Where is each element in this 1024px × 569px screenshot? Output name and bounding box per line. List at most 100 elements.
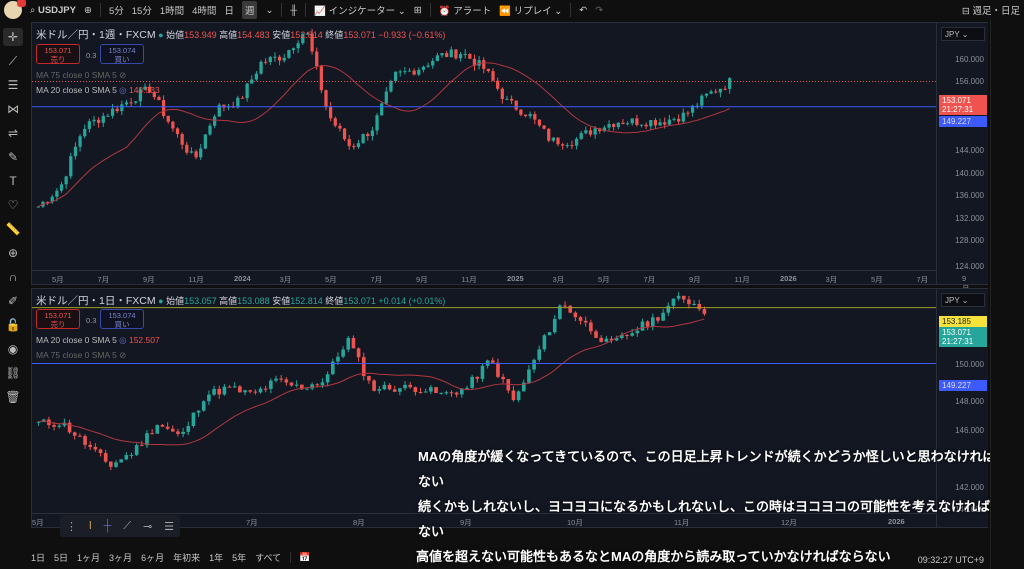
candle-body: [579, 133, 583, 139]
candle-body: [686, 112, 690, 114]
undo-icon[interactable]: ↶: [579, 5, 587, 16]
layouts-icon[interactable]: ⊞: [414, 5, 422, 16]
candle-body: [533, 114, 537, 120]
ma20-legend[interactable]: MA 20 close 0 SMA 5 ◎ 148.533: [36, 85, 160, 96]
candle-body: [439, 392, 443, 394]
magnet-icon[interactable]: ∩: [3, 268, 23, 286]
goto-date-icon[interactable]: 📅: [290, 552, 310, 563]
time-tick: 5月: [871, 275, 883, 284]
range-1m[interactable]: 1ヶ月: [77, 551, 100, 564]
candle-body: [366, 133, 370, 136]
indicators-button[interactable]: 📈 インジケーター ⌄: [314, 3, 406, 17]
pane1-price-axis[interactable]: JPY ⌄ 160.000 156.000 144.000 140.000 13…: [936, 23, 988, 284]
ma75-legend[interactable]: MA 75 close 0 SMA 5 ⊘: [36, 70, 126, 81]
interval-1h[interactable]: 1時間: [160, 3, 184, 17]
alert-button[interactable]: ⏰ アラート: [439, 3, 491, 17]
drag-handle-icon[interactable]: ⋮: [66, 520, 77, 533]
layout-select[interactable]: ⊟ 週足・日足: [962, 3, 1020, 17]
candle-body: [505, 98, 509, 100]
notification-badge: [17, 0, 26, 7]
candle-body: [370, 130, 375, 136]
interval-week[interactable]: 週: [241, 1, 258, 19]
interval-4h[interactable]: 4時間: [192, 3, 216, 17]
range-ytd[interactable]: 年初来: [173, 551, 200, 564]
fib-icon[interactable]: ☰: [3, 76, 23, 94]
candle-body: [238, 386, 242, 393]
horizontal-ray-icon[interactable]: ⊸: [143, 520, 152, 533]
candle-body: [650, 317, 655, 327]
link-icon[interactable]: ⛓: [3, 364, 23, 382]
candle-body: [583, 320, 588, 323]
trendline-icon[interactable]: ⟋: [123, 520, 131, 533]
crosshair-icon[interactable]: ✛: [3, 28, 23, 46]
redo-icon[interactable]: ↷: [595, 5, 603, 16]
brush-icon[interactable]: ✎: [3, 148, 23, 166]
ruler-lines-icon[interactable]: ⇌: [3, 124, 23, 142]
heart-icon[interactable]: ♡: [3, 196, 23, 214]
avatar[interactable]: [4, 0, 26, 19]
eye-icon[interactable]: ◉: [3, 340, 23, 358]
pane1-time-axis[interactable]: 5月 7月 9月 11月 2024 3月 5月 7月 9月 11月 2025 3月 5月 7月 9月 11月 2…: [32, 270, 970, 293]
weekly-candles[interactable]: [32, 23, 936, 272]
candle-body: [101, 115, 105, 123]
candle-body: [150, 433, 154, 435]
change-value: +0.014 (+0.01%): [378, 296, 446, 306]
cross-line-icon[interactable]: ┼: [104, 520, 112, 532]
candle-body: [677, 118, 681, 122]
candle-body: [189, 151, 194, 153]
ma20-legend[interactable]: MA 20 close 0 SMA 5 ◎ 152.507: [36, 335, 160, 346]
candle-body: [119, 459, 123, 463]
clock[interactable]: 09:32:27 UTC+9: [918, 555, 984, 565]
chevron-down-icon[interactable]: ⌄: [265, 5, 273, 16]
replay-button[interactable]: ⏪ リプレイ ⌄: [499, 3, 562, 17]
parallel-lines-icon[interactable]: ☰: [164, 520, 174, 533]
candle-body: [671, 298, 676, 306]
lock-icon[interactable]: 🔓: [3, 316, 23, 334]
sell-button[interactable]: 153.071 売り: [36, 44, 80, 64]
candle-body: [398, 71, 402, 73]
pattern-icon[interactable]: ⋈: [3, 100, 23, 118]
range-1y[interactable]: 1年: [209, 551, 223, 564]
time-tick: 2025: [507, 274, 524, 283]
interval-15m[interactable]: 15分: [132, 3, 152, 17]
range-5y[interactable]: 5年: [232, 551, 246, 564]
currency-select[interactable]: JPY ⌄: [941, 27, 985, 41]
range-5d[interactable]: 5日: [54, 551, 68, 564]
candle-type-icon[interactable]: ╫: [290, 5, 297, 16]
range-6m[interactable]: 6ヶ月: [141, 551, 164, 564]
sell-button[interactable]: 153.071 売り: [36, 309, 80, 329]
candle-body: [649, 120, 653, 127]
candle-body: [565, 145, 569, 147]
ma75-legend[interactable]: MA 75 close 0 SMA 5 ⊘: [36, 350, 126, 361]
candle-body: [273, 56, 277, 58]
interval-day[interactable]: 日: [224, 3, 234, 17]
interval-5m[interactable]: 5分: [109, 3, 124, 17]
trendline-icon[interactable]: ⟋: [3, 52, 23, 70]
buy-button[interactable]: 153.074 買い: [100, 44, 144, 64]
symbol-search[interactable]: ⌕ USDJPY: [30, 5, 76, 16]
zoom-icon[interactable]: ⊕: [3, 244, 23, 262]
candle-body: [342, 128, 347, 140]
time-tick: 7月: [916, 275, 929, 284]
candle-body: [625, 334, 629, 336]
range-1d[interactable]: 1日: [31, 551, 45, 564]
open-value: 153.949: [184, 30, 217, 40]
weekly-chart-pane[interactable]: 米ドル／円・1週・FXCM ● 始値153.949 高値154.483 安値15…: [31, 22, 988, 293]
candle-body: [501, 376, 505, 380]
candle-body: [418, 392, 423, 394]
candle-body: [315, 51, 319, 67]
measure-icon[interactable]: 📏: [3, 220, 23, 238]
add-symbol-icon[interactable]: ⊕: [84, 5, 92, 16]
candle-body: [672, 118, 676, 120]
candle-body: [509, 98, 514, 101]
range-all[interactable]: すべて: [255, 551, 281, 564]
candle-body: [573, 312, 578, 318]
range-3m[interactable]: 3ヶ月: [109, 551, 132, 564]
buy-button[interactable]: 153.074 買い: [100, 309, 144, 329]
candle-body: [516, 391, 521, 401]
vertical-line-icon[interactable]: ǀ: [89, 520, 92, 532]
lock-drawing-icon[interactable]: ✐: [3, 292, 23, 310]
trash-icon[interactable]: 🗑: [3, 388, 23, 406]
text-icon[interactable]: T: [3, 172, 23, 190]
currency-select[interactable]: JPY ⌄: [941, 293, 985, 307]
